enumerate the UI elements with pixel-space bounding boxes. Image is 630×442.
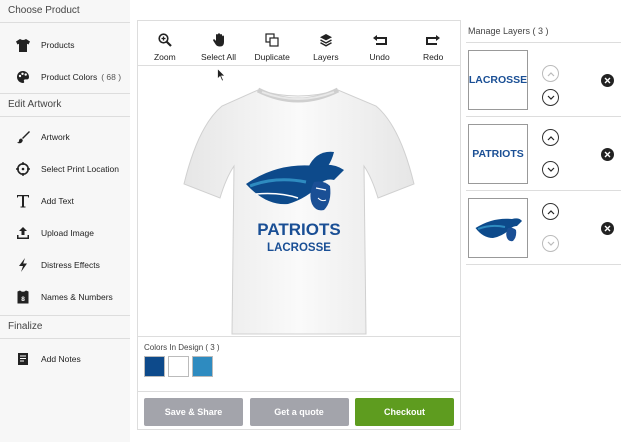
- sidebar-item-label: Names & Numbers: [41, 292, 113, 302]
- layer-row[interactable]: [466, 191, 621, 265]
- sidebar-item-print-location[interactable]: Select Print Location: [0, 153, 130, 185]
- notes-icon: [16, 352, 30, 366]
- undo-icon: [372, 35, 387, 45]
- chevron-down-icon: [547, 95, 554, 100]
- chevron-down-icon: [547, 241, 554, 246]
- undo-button[interactable]: Undo: [353, 21, 407, 65]
- chevron-down-icon: [547, 167, 554, 172]
- palette-icon: [16, 70, 30, 84]
- sidebar-item-upload-image[interactable]: Upload Image: [0, 217, 130, 249]
- get-quote-button[interactable]: Get a quote: [249, 398, 349, 426]
- delete-layer-button[interactable]: [601, 222, 614, 235]
- mascot-thumbnail-icon: [475, 218, 522, 242]
- close-icon: [604, 225, 611, 232]
- sidebar-item-add-text[interactable]: Add Text: [0, 185, 130, 217]
- redo-icon: [426, 35, 441, 45]
- select-all-label: Select All: [201, 52, 236, 62]
- colors-in-design-label: Colors In Design ( 3 ): [144, 343, 220, 352]
- move-up-button[interactable]: [542, 203, 559, 220]
- design-line1[interactable]: PATRIOTS: [257, 220, 340, 239]
- move-up-button: [542, 65, 559, 82]
- left-panel: Choose Product Products Product Colors (…: [0, 0, 130, 442]
- close-icon: [604, 77, 611, 84]
- move-down-button[interactable]: [542, 89, 559, 106]
- sidebar-item-label: Add Text: [41, 196, 74, 206]
- brush-icon: [16, 130, 30, 144]
- zoom-button[interactable]: Zoom: [138, 21, 192, 65]
- redo-button[interactable]: Redo: [406, 21, 460, 65]
- move-down-button: [542, 235, 559, 252]
- sidebar-item-distress-effects[interactable]: Distress Effects: [0, 249, 130, 281]
- duplicate-label: Duplicate: [254, 52, 290, 62]
- mouse-cursor-icon: [217, 68, 226, 82]
- action-bar: Save & Share Get a quote Checkout: [138, 392, 460, 426]
- text-icon: [16, 194, 30, 208]
- layers-panel: Manage Layers ( 3 ) LACROSSE PATRIOTS: [466, 20, 621, 420]
- delete-layer-button[interactable]: [601, 148, 614, 161]
- design-area: Zoom Select All Duplicate Layers Undo Re…: [137, 20, 461, 430]
- zoom-icon: [158, 33, 172, 47]
- product-canvas[interactable]: PATRIOTS LACROSSE: [138, 66, 460, 337]
- move-down-button[interactable]: [542, 161, 559, 178]
- toolbar: Zoom Select All Duplicate Layers Undo Re…: [138, 21, 460, 66]
- move-up-button[interactable]: [542, 129, 559, 146]
- sidebar-item-label: Distress Effects: [41, 260, 100, 270]
- close-icon: [604, 151, 611, 158]
- undo-label: Undo: [369, 52, 390, 62]
- layer-thumb-text: LACROSSE: [468, 74, 528, 86]
- layer-thumb-text: PATRIOTS: [472, 148, 524, 160]
- sidebar-item-products[interactable]: Products: [0, 29, 130, 61]
- color-swatch-blue[interactable]: [192, 356, 213, 377]
- jersey-icon: 8: [16, 290, 30, 304]
- sidebar-item-label: Add Notes: [41, 354, 81, 364]
- chevron-up-icon: [547, 209, 554, 214]
- layer-thumbnail[interactable]: PATRIOTS: [468, 124, 528, 184]
- zoom-label: Zoom: [153, 52, 176, 62]
- tshirt-icon: [16, 38, 30, 52]
- upload-icon: [16, 226, 30, 240]
- sidebar-item-names-numbers[interactable]: 8 Names & Numbers: [0, 281, 130, 313]
- layers-label: Layers: [313, 52, 339, 62]
- duplicate-icon: [265, 33, 279, 47]
- layers-button[interactable]: Layers: [299, 21, 353, 65]
- tshirt-preview: PATRIOTS LACROSSE: [183, 87, 415, 335]
- layers-panel-title: Manage Layers ( 3 ): [466, 20, 621, 43]
- checkout-button[interactable]: Checkout: [355, 398, 454, 426]
- hand-icon: [212, 33, 224, 47]
- color-swatch-navy[interactable]: [144, 356, 165, 377]
- chevron-up-icon: [547, 71, 554, 76]
- design-line2[interactable]: LACROSSE: [267, 242, 331, 254]
- sidebar-item-label: Select Print Location: [41, 164, 119, 174]
- save-share-button[interactable]: Save & Share: [144, 398, 243, 426]
- sidebar-item-product-colors[interactable]: Product Colors ( 68 ): [0, 61, 130, 93]
- sidebar-item-label: Products: [41, 40, 75, 50]
- layers-icon: [319, 34, 332, 47]
- product-colors-count: ( 68 ): [101, 72, 122, 82]
- chevron-up-icon: [547, 135, 554, 140]
- edit-artwork-heading: Edit Artwork: [0, 93, 130, 117]
- redo-label: Redo: [423, 52, 444, 62]
- sidebar-item-artwork[interactable]: Artwork: [0, 121, 130, 153]
- svg-text:8: 8: [21, 296, 25, 303]
- color-swatch-white[interactable]: [168, 356, 189, 377]
- layer-thumbnail[interactable]: LACROSSE: [468, 50, 528, 110]
- layer-row[interactable]: LACROSSE: [466, 43, 621, 117]
- finalize-heading: Finalize: [0, 315, 130, 339]
- duplicate-button[interactable]: Duplicate: [245, 21, 299, 65]
- sidebar-item-label: Upload Image: [41, 228, 94, 238]
- colors-in-design: Colors In Design ( 3 ): [138, 337, 460, 392]
- lightning-icon: [16, 258, 30, 272]
- sidebar-item-label: Product Colors: [41, 72, 98, 82]
- select-all-button[interactable]: Select All: [192, 21, 246, 65]
- layer-row[interactable]: PATRIOTS: [466, 117, 621, 191]
- layer-thumbnail[interactable]: [468, 198, 528, 258]
- crosshair-icon: [16, 162, 30, 176]
- delete-layer-button[interactable]: [601, 74, 614, 87]
- sidebar-item-add-notes[interactable]: Add Notes: [0, 343, 130, 375]
- choose-product-heading: Choose Product: [0, 0, 130, 23]
- sidebar-item-label: Artwork: [41, 132, 70, 142]
